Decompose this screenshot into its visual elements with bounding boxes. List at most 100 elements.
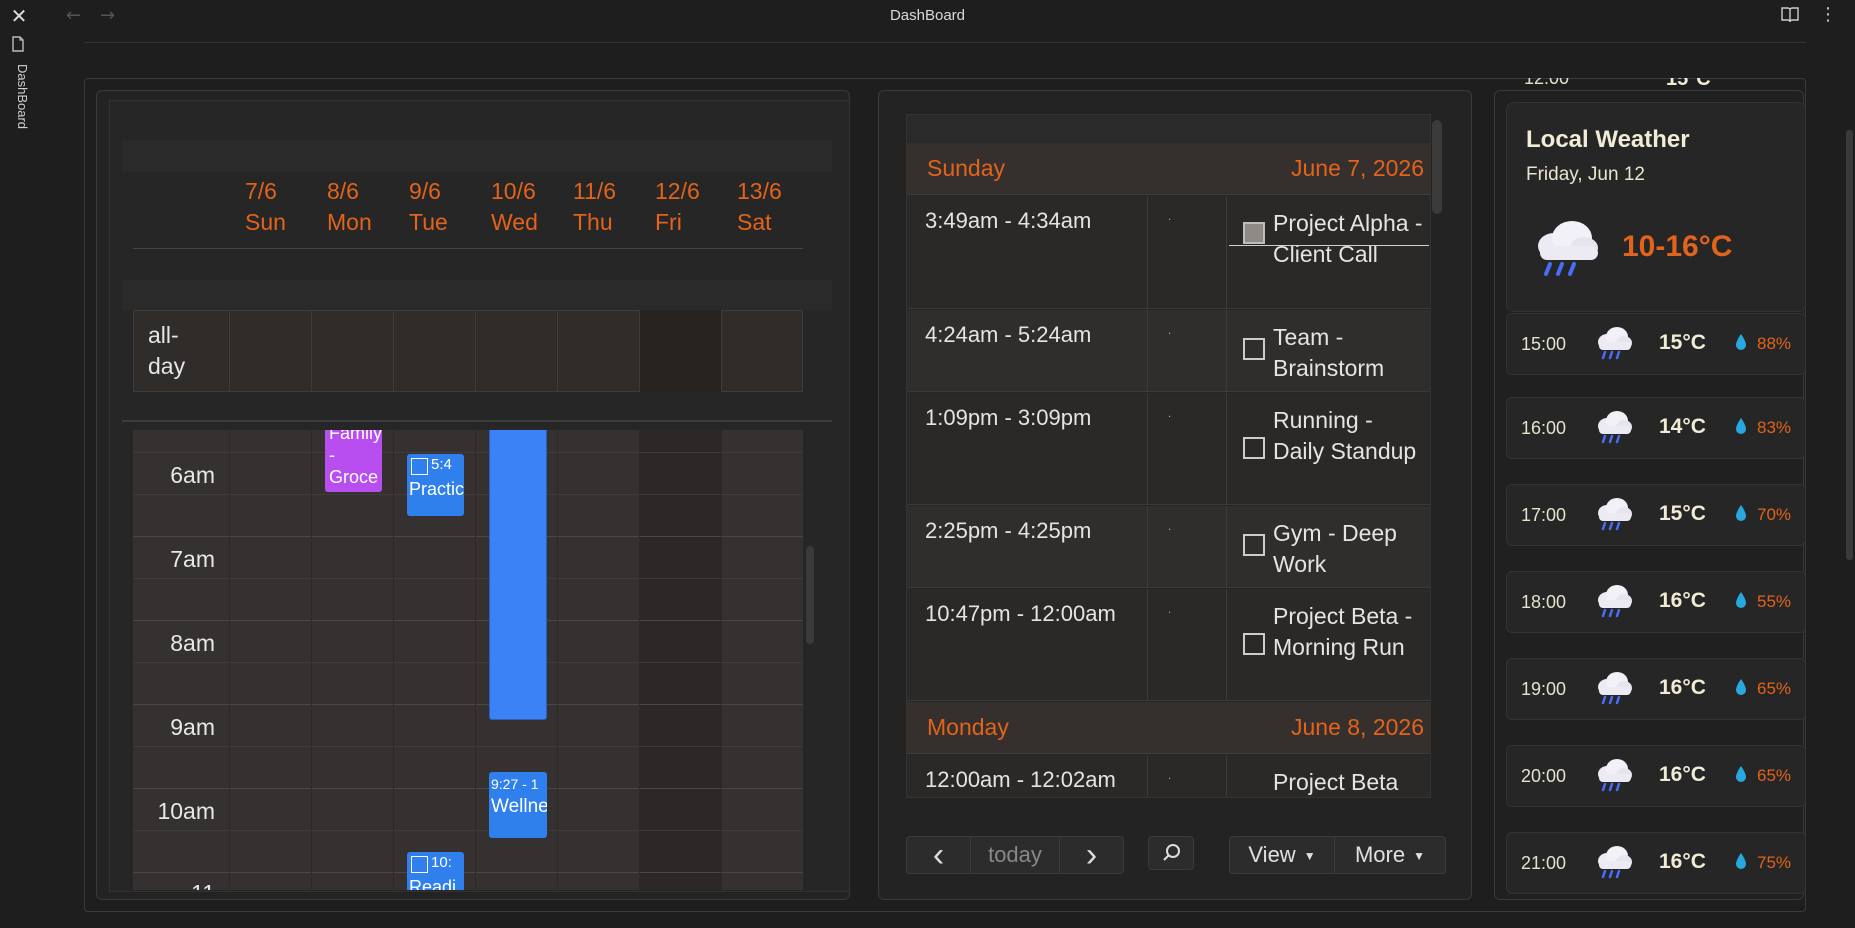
- event-time: 12:00am - 12:02am: [925, 767, 1116, 792]
- list-event-row[interactable]: 4:24am - 5:24am . Team - Brainstorm: [907, 310, 1430, 392]
- event-reading[interactable]: 10: Readi: [407, 852, 464, 890]
- all-day-cell[interactable]: [475, 310, 557, 392]
- event-practice[interactable]: 5:4 Practic: [407, 454, 464, 516]
- hour-temp: 16°C: [1659, 676, 1706, 699]
- event-checkbox[interactable]: [411, 458, 428, 475]
- event-wellness[interactable]: 9:27 - 1 Wellne: [489, 772, 547, 838]
- header-divider: [84, 42, 1806, 43]
- vertical-tab-dashboard[interactable]: DashBoard: [6, 64, 30, 154]
- day-header-mon[interactable]: 8/6 Mon: [311, 176, 393, 246]
- search-button[interactable]: [1148, 836, 1194, 870]
- event-title: Project Beta: [1273, 769, 1399, 795]
- all-day-cell-today[interactable]: [639, 310, 721, 392]
- grid-line: [133, 452, 803, 453]
- hour-label: 6am: [170, 462, 215, 488]
- list-event-row[interactable]: 10:47pm - 12:00am . Project Beta - Morni…: [907, 589, 1430, 701]
- list-event-row[interactable]: 1:09pm - 3:09pm . Running - Daily Standu…: [907, 393, 1430, 505]
- day-header-fri[interactable]: 12/6 Fri: [639, 176, 721, 246]
- all-day-cell[interactable]: [721, 310, 803, 392]
- day-header-tue[interactable]: 9/6 Tue: [393, 176, 475, 246]
- view-label: View: [1248, 842, 1296, 867]
- agenda-list[interactable]: Sunday June 7, 2026 3:49am - 4:34am . Pr…: [906, 114, 1431, 798]
- grid-col-line: [393, 430, 394, 890]
- more-options-icon[interactable]: ⋮: [1818, 6, 1838, 26]
- grid-line: [133, 788, 803, 789]
- rain-cloud-icon: [1532, 218, 1602, 278]
- event-long-wednesday[interactable]: [489, 430, 547, 720]
- rain-cloud-icon: [1595, 410, 1633, 444]
- hour-humidity: 55%: [1757, 592, 1792, 611]
- more-dropdown-button[interactable]: More ▼: [1334, 836, 1446, 874]
- time-grid[interactable]: 6am 7am 8am 9am 10am 11 Family - Groce 5…: [133, 430, 803, 890]
- day-header-sun[interactable]: 7/6 Sun: [229, 176, 311, 246]
- hour-card: 21:00 16°C 75%: [1506, 832, 1806, 894]
- grid-line: [133, 578, 803, 579]
- event-title: Gym - Deep Work: [1273, 520, 1397, 577]
- event-dot: .: [1168, 771, 1172, 782]
- event-checkbox[interactable]: [411, 856, 428, 873]
- rain-cloud-icon: [1595, 326, 1633, 360]
- reading-view-icon[interactable]: [1780, 6, 1802, 26]
- view-dropdown-button[interactable]: View ▼: [1229, 836, 1335, 874]
- grid-line: [133, 746, 803, 747]
- droplet-icon: [1735, 417, 1747, 435]
- event-checkbox[interactable]: [1243, 534, 1265, 556]
- rain-cloud-icon: [1595, 845, 1633, 879]
- app-scrollbar[interactable]: [1846, 130, 1853, 560]
- day-header-thu[interactable]: 11/6 Thu: [557, 176, 639, 246]
- event-family-groceries[interactable]: Family - Groce: [325, 430, 382, 492]
- agenda-scrollbar[interactable]: [1432, 120, 1442, 214]
- event-dot-cell: .: [1147, 506, 1227, 587]
- week-gap: [122, 280, 832, 310]
- more-label: More: [1354, 842, 1406, 867]
- hour-label: 11: [133, 880, 215, 890]
- hour-humidity: 65%: [1757, 679, 1792, 698]
- event-title: Practic: [409, 479, 464, 499]
- caret-down-icon: ▼: [1413, 849, 1425, 864]
- droplet-icon: [1735, 852, 1747, 870]
- event-dot-cell: .: [1147, 393, 1227, 504]
- event-dot-cell: .: [1147, 755, 1227, 797]
- grid-line: [133, 872, 803, 873]
- event-title: Team - Brainstorm: [1273, 324, 1385, 381]
- next-button[interactable]: ›: [1059, 837, 1123, 873]
- all-day-cell[interactable]: [311, 310, 393, 392]
- hour-card: 19:00 16°C 65%: [1506, 658, 1806, 720]
- file-icon[interactable]: [11, 36, 25, 52]
- hour-time: 15:00: [1521, 334, 1567, 354]
- list-event-row[interactable]: 12:00am - 12:02am . Project Beta: [907, 755, 1430, 797]
- event-time: 2:25pm - 4:25pm: [925, 518, 1092, 543]
- grid-col-line: [721, 430, 722, 890]
- today-button[interactable]: today: [971, 837, 1059, 873]
- event-checkbox[interactable]: [1243, 338, 1265, 360]
- event-checkbox[interactable]: [1243, 633, 1265, 655]
- event-dot-cell: .: [1147, 589, 1227, 700]
- droplet-icon: [1735, 765, 1747, 783]
- day-header-wed[interactable]: 10/6 Wed: [475, 176, 557, 246]
- list-top-strip: [907, 115, 1430, 143]
- event-checkbox[interactable]: [1243, 437, 1265, 459]
- week-scrollbar[interactable]: [806, 546, 814, 644]
- all-day-cell[interactable]: [229, 310, 311, 392]
- list-event-row[interactable]: 2:25pm - 4:25pm . Gym - Deep Work: [907, 506, 1430, 588]
- hour-label: 10am: [157, 798, 215, 824]
- all-day-cell[interactable]: [557, 310, 639, 392]
- event-time: 10:47pm - 12:00am: [925, 601, 1116, 626]
- hour-card: 16:00 14°C 83%: [1506, 397, 1806, 459]
- event-title: Wellne: [491, 796, 547, 817]
- prev-button[interactable]: ‹: [907, 837, 971, 873]
- event-title: Project Beta - Morning Run: [1273, 603, 1413, 660]
- droplet-icon: [1735, 678, 1747, 696]
- event-dot: .: [1168, 605, 1172, 616]
- day-header-sat[interactable]: 13/6 Sat: [721, 176, 803, 246]
- event-checkbox-checked[interactable]: [1243, 222, 1265, 244]
- search-icon: [1163, 844, 1180, 861]
- grid-line: [133, 536, 803, 537]
- hour-label: 9am: [170, 714, 215, 740]
- event-dot-cell: .: [1147, 196, 1227, 308]
- list-event-row[interactable]: 3:49am - 4:34am . Project Alpha - Client…: [907, 196, 1430, 309]
- weather-title: Local Weather: [1526, 126, 1690, 153]
- hour-humidity: 65%: [1757, 766, 1792, 785]
- all-day-cell[interactable]: [393, 310, 475, 392]
- all-day-label: all- day: [148, 322, 186, 379]
